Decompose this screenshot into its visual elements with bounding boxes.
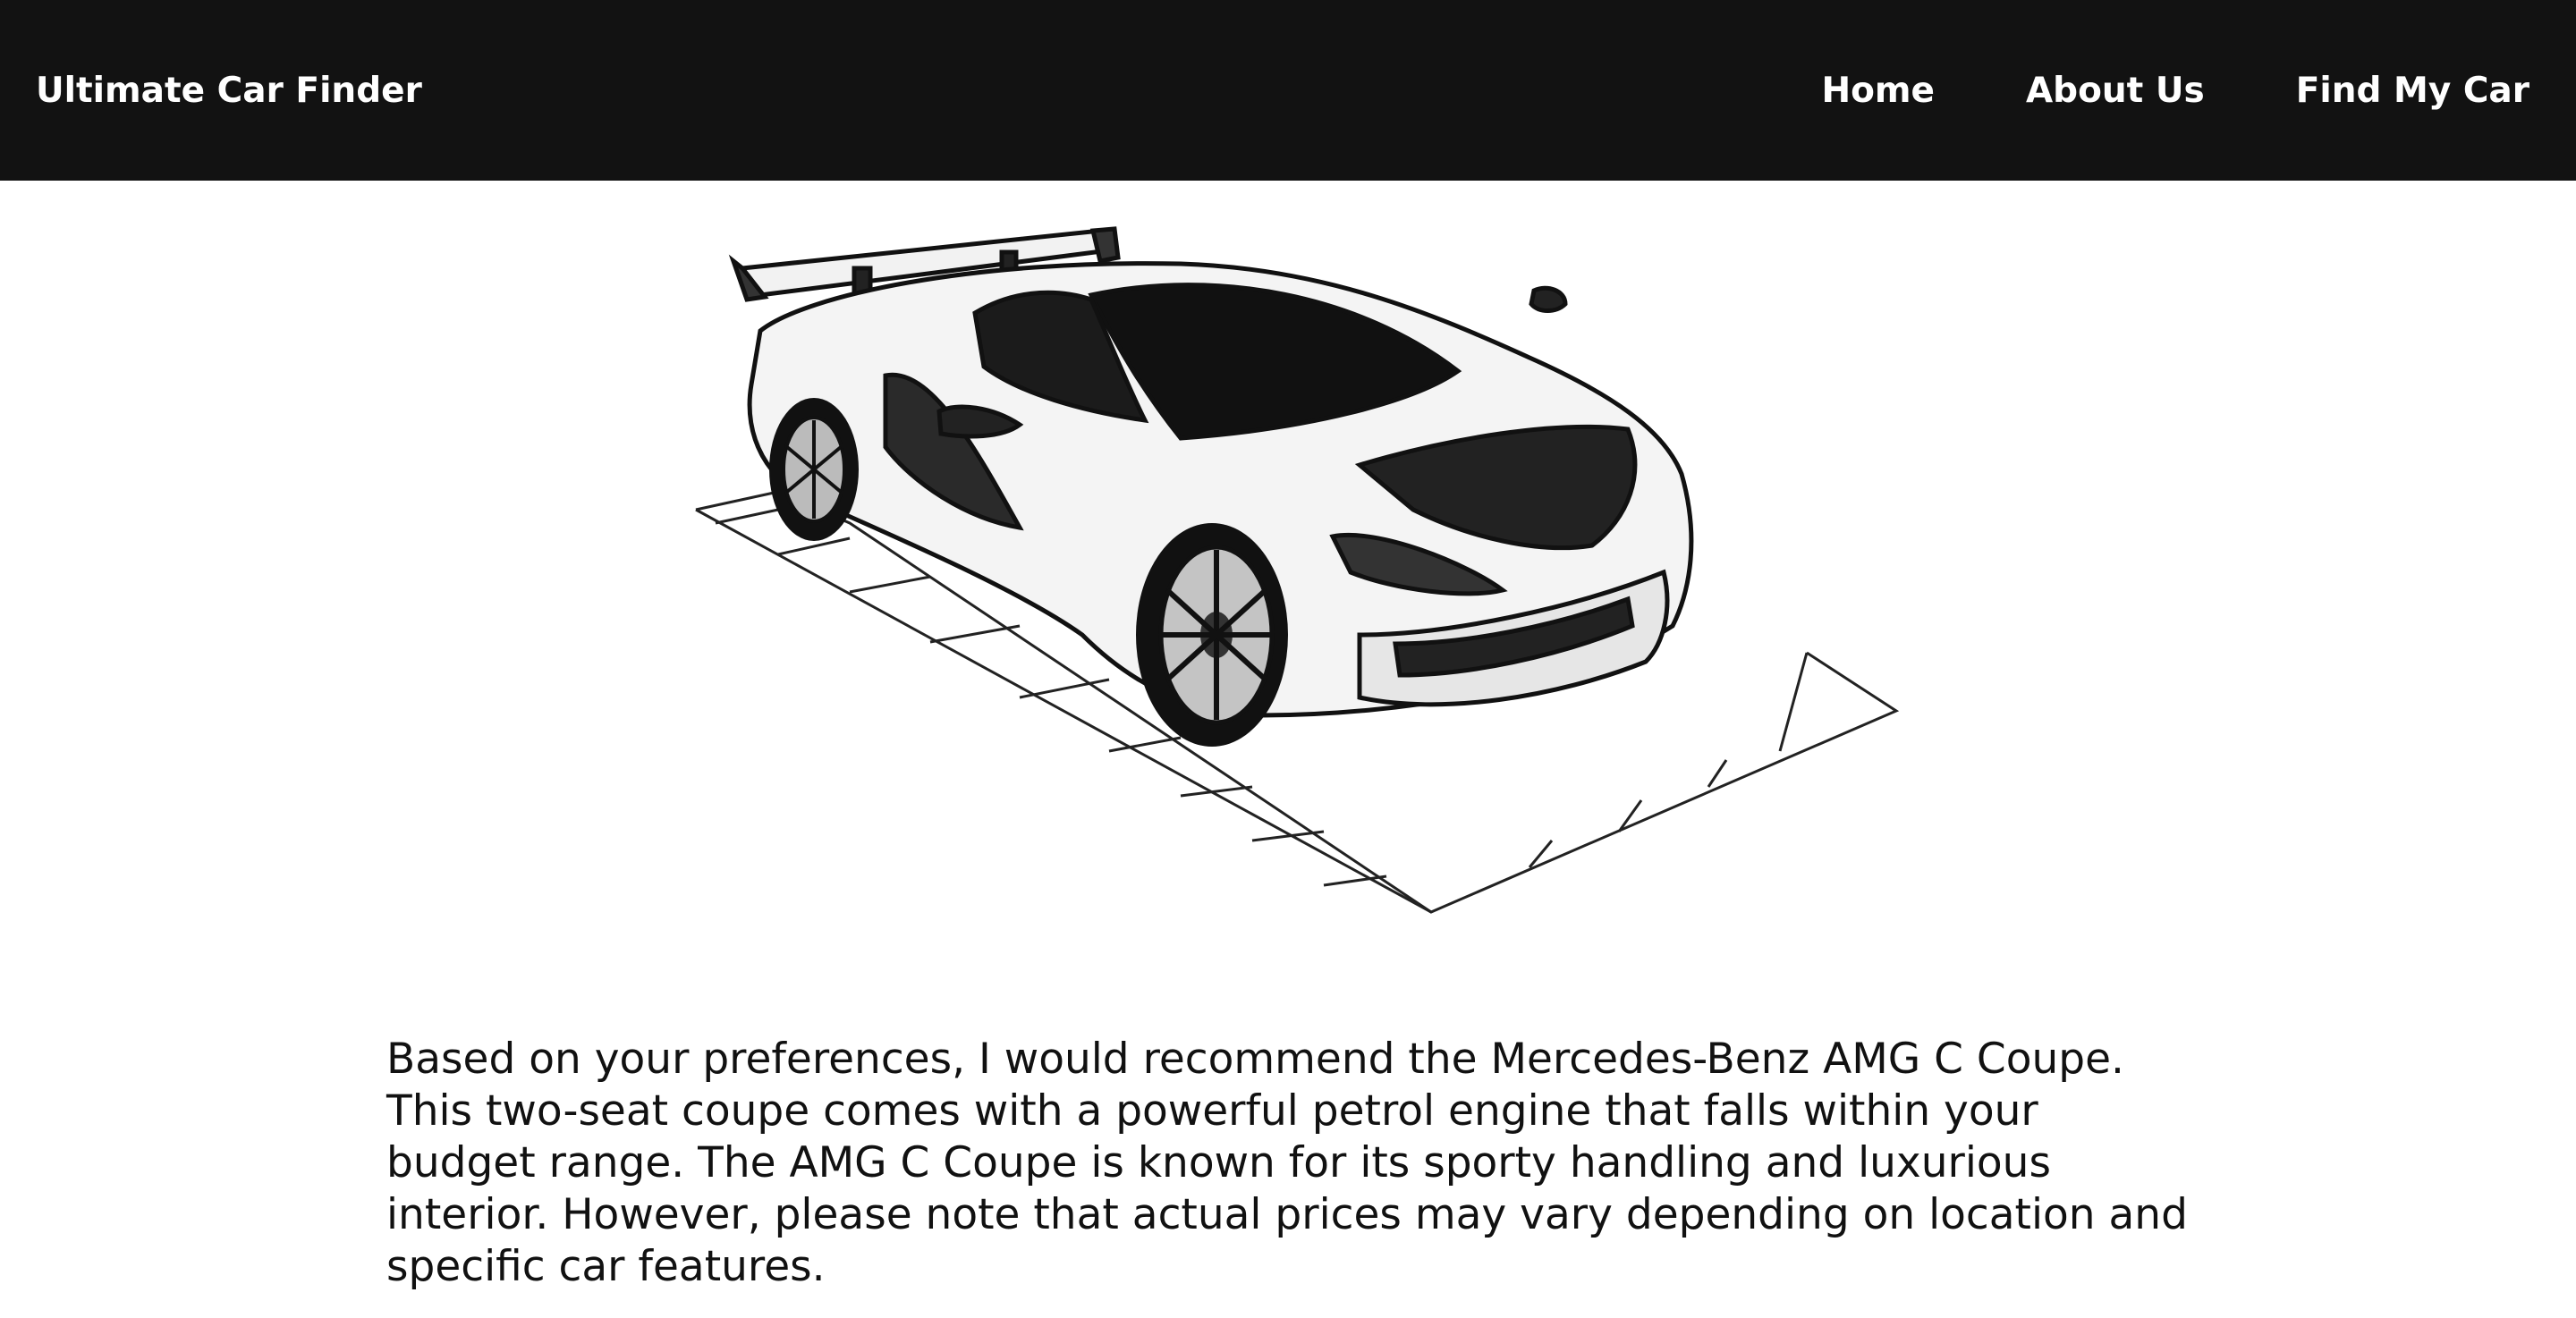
top-navbar: Ultimate Car Finder Home About Us Find M… bbox=[0, 0, 2576, 181]
nav-about-us-link[interactable]: About Us bbox=[2026, 71, 2205, 111]
nav-links: Home About Us Find My Car bbox=[1821, 71, 2540, 111]
sports-car-drawing bbox=[695, 226, 1900, 914]
nav-find-my-car-link[interactable]: Find My Car bbox=[2296, 71, 2529, 111]
recommendation-text: Based on your preferences, I would recom… bbox=[386, 1035, 2188, 1291]
brand-logo-text[interactable]: Ultimate Car Finder bbox=[36, 71, 422, 111]
nav-home-link[interactable]: Home bbox=[1821, 71, 1935, 111]
sports-car-illustration bbox=[680, 215, 1914, 930]
